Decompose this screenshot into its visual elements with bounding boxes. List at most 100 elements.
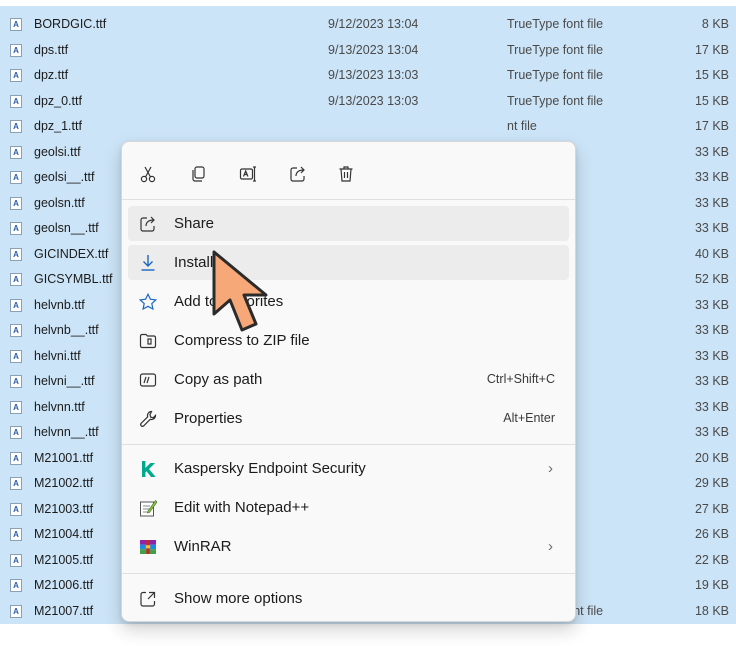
font-file-icon: A xyxy=(10,451,22,465)
menu-item-properties[interactable]: Properties Alt+Enter xyxy=(128,401,569,436)
chevron-right-icon: › xyxy=(548,460,553,477)
file-date-modified: 9/13/2023 13:03 xyxy=(328,68,419,82)
font-file-icon: A xyxy=(10,400,22,414)
shortcut-label: Ctrl+Shift+C xyxy=(486,372,555,386)
file-size: 26 KB xyxy=(694,527,729,541)
file-name: M21003.ttf xyxy=(34,501,94,516)
file-size: 33 KB xyxy=(694,297,729,312)
menu-item-label: Copy as path xyxy=(174,371,263,388)
font-file-icon: A xyxy=(10,426,22,439)
file-type: TrueType font file xyxy=(507,17,604,31)
menu-item-share[interactable]: Share xyxy=(128,206,569,241)
file-type: TrueType font file xyxy=(507,42,604,57)
file-name: M21004.ttf xyxy=(34,527,94,541)
file-size: 20 KB xyxy=(694,450,729,465)
more-options-icon xyxy=(138,589,158,609)
font-file-icon: A xyxy=(10,477,22,490)
file-size: 33 KB xyxy=(694,323,729,337)
delete-button[interactable] xyxy=(330,160,362,188)
rename-button[interactable] xyxy=(232,160,264,188)
share-toolbar-button[interactable] xyxy=(282,160,314,188)
font-file-icon: A xyxy=(10,94,22,108)
file-date-modified: 9/12/2023 13:04 xyxy=(328,17,419,31)
menu-item-copy-as-path[interactable]: Copy as path Ctrl+Shift+C xyxy=(128,362,569,397)
font-file-icon: A xyxy=(10,604,22,618)
font-file-icon: A xyxy=(10,145,22,159)
file-row[interactable]: Adpz_1.ttf nt file 17 KB xyxy=(0,114,736,140)
cut-button[interactable] xyxy=(132,160,164,188)
file-type: TrueType font file xyxy=(507,68,604,82)
context-menu: Share Install Add to Favorites Compress … xyxy=(121,141,576,622)
menu-item-compress-zip[interactable]: Compress to ZIP file xyxy=(128,323,569,358)
file-name: BORDGIC.ttf xyxy=(34,17,107,31)
separator xyxy=(122,444,575,445)
file-row[interactable]: Adpz.ttf 9/13/2023 13:03 TrueType font fil… xyxy=(0,63,736,89)
file-name: geolsi.ttf xyxy=(34,144,81,159)
copy-icon xyxy=(192,166,205,182)
file-name: dps.ttf xyxy=(34,42,69,57)
file-row[interactable]: A BORDGIC.ttf 9/12/2023 13:04 TrueType font… xyxy=(0,12,736,38)
font-file-icon: A xyxy=(10,553,22,567)
menu-item-add-to-favorites[interactable]: Add to Favorites xyxy=(128,284,569,319)
menu-item-label: Properties xyxy=(174,410,243,427)
file-size: 18 KB xyxy=(694,603,729,618)
file-date-modified: 9/13/2023 13:04 xyxy=(328,42,419,57)
menu-item-label: WinRAR xyxy=(174,538,232,555)
file-type: nt file xyxy=(507,119,537,133)
file-name: helvnb__.ttf xyxy=(34,323,99,337)
copy-path-icon xyxy=(138,370,158,390)
file-name: helvnn__.ttf xyxy=(34,425,99,439)
file-name: dpz.ttf xyxy=(34,68,69,82)
file-size: 33 KB xyxy=(694,425,729,439)
menu-item-kaspersky[interactable]: Kaspersky Endpoint Security › xyxy=(128,451,569,486)
properties-icon xyxy=(138,409,158,429)
file-date-modified: 9/13/2023 13:03 xyxy=(328,93,419,108)
star-icon xyxy=(138,292,158,312)
file-size: 52 KB xyxy=(694,272,729,286)
file-size: 33 KB xyxy=(694,170,729,184)
file-name: helvni.ttf xyxy=(34,348,81,363)
kaspersky-icon xyxy=(138,459,158,479)
file-size: 29 KB xyxy=(694,476,729,490)
font-file-icon: A xyxy=(10,528,22,541)
file-name: geolsn.ttf xyxy=(34,195,85,210)
file-name: M21001.ttf xyxy=(34,450,94,465)
delete-icon xyxy=(339,166,353,182)
file-size: 17 KB xyxy=(694,42,729,57)
font-file-icon: A xyxy=(10,247,22,261)
file-size: 33 KB xyxy=(694,348,729,363)
file-name: GICINDEX.ttf xyxy=(34,246,109,261)
menu-item-label: Kaspersky Endpoint Security xyxy=(174,460,366,477)
rename-icon xyxy=(239,166,256,182)
file-size: 33 KB xyxy=(694,399,729,414)
separator xyxy=(122,199,575,200)
file-row[interactable]: Adps.ttf 9/13/2023 13:04 TrueType font fil… xyxy=(0,37,736,63)
menu-item-label: Share xyxy=(174,215,215,232)
menu-item-install[interactable]: Install xyxy=(128,245,569,280)
file-name: M21002.ttf xyxy=(34,476,94,490)
file-type: TrueType font file xyxy=(507,93,604,108)
menu-item-label: Edit with Notepad++ xyxy=(174,499,310,516)
mouse-cursor-icon xyxy=(212,250,268,332)
share-icon xyxy=(290,166,305,182)
font-file-icon: A xyxy=(10,120,22,133)
file-name: geolsi__.ttf xyxy=(34,170,95,184)
menu-item-winrar[interactable]: WinRAR › xyxy=(128,529,569,564)
font-file-icon: A xyxy=(10,222,22,235)
file-size: 17 KB xyxy=(694,119,729,133)
file-name: dpz_1.ttf xyxy=(34,119,82,133)
file-size: 33 KB xyxy=(694,221,729,235)
font-file-icon: A xyxy=(10,196,22,210)
file-size: 8 KB xyxy=(701,17,729,31)
file-size: 15 KB xyxy=(694,93,729,108)
chevron-right-icon: › xyxy=(548,538,553,555)
font-file-icon: A xyxy=(10,324,22,337)
copy-button[interactable] xyxy=(182,160,214,188)
menu-item-show-more-options[interactable]: Show more options xyxy=(128,581,569,616)
menu-item-label: Install xyxy=(174,254,214,271)
menu-item-notepadpp[interactable]: Edit with Notepad++ xyxy=(128,490,569,525)
install-icon xyxy=(138,253,158,273)
file-size: 40 KB xyxy=(694,246,729,261)
font-file-icon: A xyxy=(10,375,22,388)
file-row[interactable]: Adpz_0.ttf 9/13/2023 13:03 TrueType font f… xyxy=(0,88,736,114)
